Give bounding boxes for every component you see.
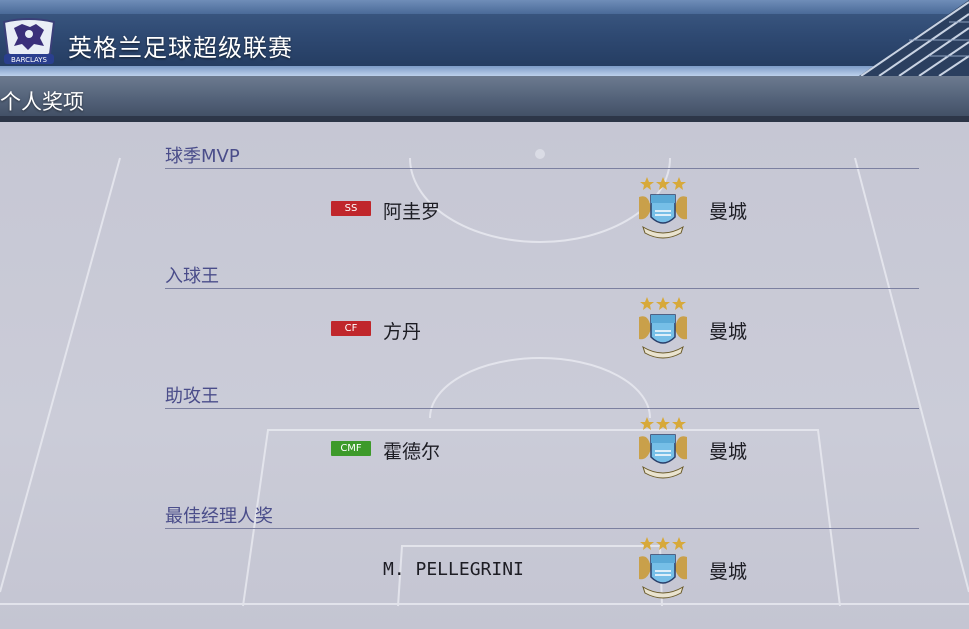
position-badge: SS <box>331 201 371 216</box>
section-divider <box>0 116 969 120</box>
club-name: 曼城 <box>709 321 748 343</box>
player-name: 方丹 <box>383 321 422 343</box>
award-title: 球季MVP <box>165 146 240 167</box>
manager-name: M. PELLEGRINI <box>383 559 524 580</box>
manchester-city-crest-icon <box>639 297 687 359</box>
position-badge: CMF <box>331 441 371 456</box>
award-title: 助攻王 <box>165 386 219 407</box>
club-name: 曼城 <box>709 441 748 463</box>
award-season-mvp[interactable]: 球季MVP SS 阿圭罗 曼城 <box>165 142 919 262</box>
section-title: 个人奖项 <box>0 90 84 114</box>
position-badge: CF <box>331 321 371 336</box>
award-assist-leader[interactable]: 助攻王 CMF 霍德尔 曼城 <box>165 382 919 502</box>
player-name: 阿圭罗 <box>383 201 441 223</box>
player-name: 霍德尔 <box>383 441 441 463</box>
award-title: 入球王 <box>165 266 219 287</box>
premier-league-lion-logo: BARCLAYS <box>2 18 56 64</box>
club-name: 曼城 <box>709 561 748 583</box>
section-header: 个人奖项 <box>0 76 969 122</box>
stadium-roof-graphic <box>859 0 969 76</box>
manchester-city-crest-icon <box>639 537 687 599</box>
club-name: 曼城 <box>709 201 748 223</box>
award-header: 球季MVP <box>165 142 919 169</box>
manchester-city-crest-icon <box>639 177 687 239</box>
award-title: 最佳经理人奖 <box>165 506 273 527</box>
logo-sponsor-text: BARCLAYS <box>11 56 48 64</box>
award-header: 助攻王 <box>165 382 919 409</box>
award-best-manager[interactable]: 最佳经理人奖 M. PELLEGRINI 曼城 <box>165 502 919 622</box>
award-header: 入球王 <box>165 262 919 289</box>
award-top-scorer[interactable]: 入球王 CF 方丹 曼城 <box>165 262 919 382</box>
league-title: 英格兰足球超级联赛 <box>68 34 293 62</box>
award-header: 最佳经理人奖 <box>165 502 919 529</box>
league-header: BARCLAYS 英格兰足球超级联赛 <box>0 0 969 76</box>
manchester-city-crest-icon <box>639 417 687 479</box>
